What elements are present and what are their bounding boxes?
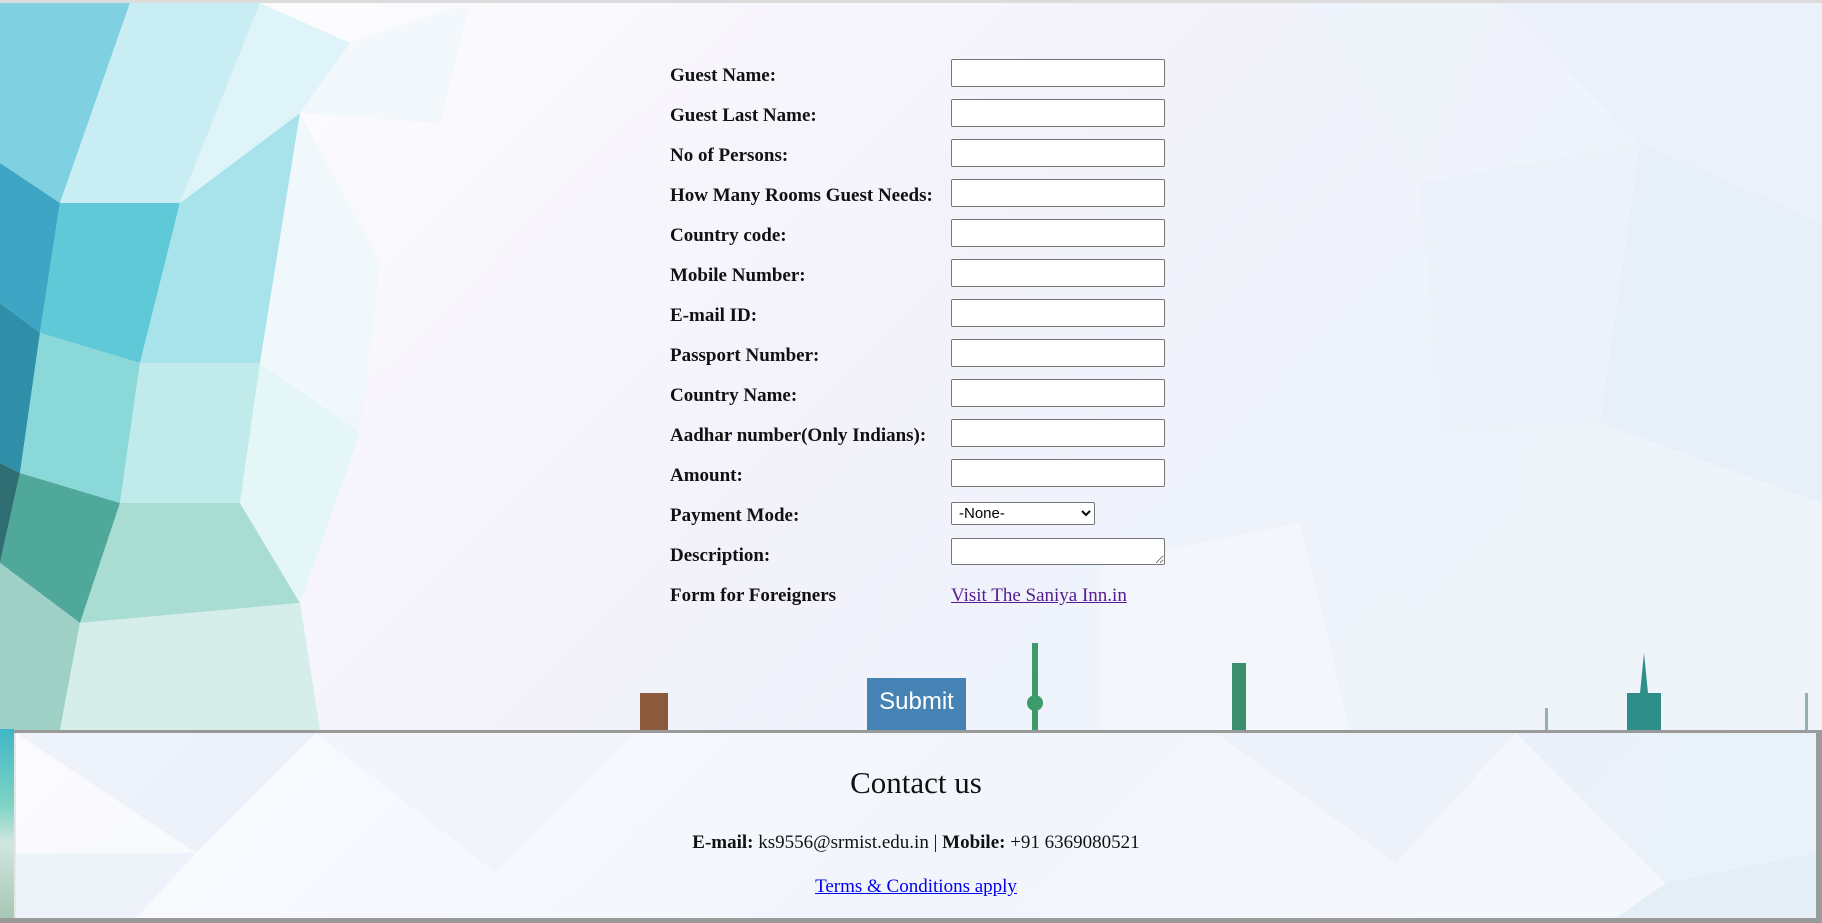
email-value: ks9556@srmist.edu.in (758, 832, 929, 853)
mobile-label: Mobile: (942, 832, 1006, 853)
form-row: Aadhar number(Only Indians): (670, 419, 1230, 459)
field-label: Amount: (670, 465, 743, 486)
field-label: No of Persons: (670, 145, 789, 166)
form-row: E-mail ID: (670, 299, 1230, 339)
field-label: Passport Number: (670, 345, 820, 366)
terms-link[interactable]: Terms & Conditions apply (815, 876, 1017, 897)
form-row: Mobile Number: (670, 259, 1230, 299)
guest-form: Guest Name: Guest Last Name: No of Persons… (670, 59, 1230, 619)
field-label: E-mail ID: (670, 305, 758, 326)
field-input[interactable] (951, 59, 1165, 87)
field-label: Country code: (670, 225, 787, 246)
contact-line: E-mail: ks9556@srmist.edu.in | Mobile: +… (16, 832, 1816, 854)
contact-separator: | (933, 832, 938, 853)
field-input[interactable] (951, 459, 1165, 487)
foreigners-row: Form for Foreigners Visit The Saniya Inn… (670, 579, 1230, 619)
mobile-value: +91 6369080521 (1010, 832, 1140, 853)
form-row: How Many Rooms Guest Needs: (670, 179, 1230, 219)
field-input[interactable] (951, 339, 1165, 367)
form-row: Country Name: (670, 379, 1230, 419)
form-row: Country code: (670, 219, 1230, 259)
form-row: Passport Number: (670, 339, 1230, 379)
contact-title: Contact us (850, 765, 982, 800)
description-label: Description: (670, 545, 771, 566)
field-label: Mobile Number: (670, 265, 806, 286)
field-input[interactable] (951, 379, 1165, 407)
field-label: How Many Rooms Guest Needs: (670, 185, 933, 206)
bottom-bar (0, 918, 1822, 923)
field-input[interactable] (951, 219, 1165, 247)
field-input[interactable] (951, 419, 1165, 447)
payment-mode-row: Payment Mode: -None- (670, 499, 1230, 539)
description-textarea[interactable] (951, 538, 1165, 565)
field-input[interactable] (951, 139, 1165, 167)
field-input[interactable] (951, 99, 1165, 127)
terms-container: Terms & Conditions apply (16, 876, 1816, 898)
field-label: Country Name: (670, 385, 798, 406)
field-label: Guest Name: (670, 65, 777, 86)
form-row: No of Persons: (670, 139, 1230, 179)
payment-mode-label: Payment Mode: (670, 505, 800, 526)
field-label: Guest Last Name: (670, 105, 817, 126)
footer-edge-art (0, 729, 14, 919)
description-row: Description: (670, 538, 1230, 579)
form-row: Guest Name: (670, 59, 1230, 99)
submit-button[interactable]: Submit (867, 678, 966, 730)
form-row: Amount: (670, 459, 1230, 499)
field-input[interactable] (951, 259, 1165, 287)
page-background: Guest Name: Guest Last Name: No of Persons… (0, 3, 1822, 730)
saniya-inn-link[interactable]: Visit The Saniya Inn.in (951, 585, 1127, 607)
payment-mode-select[interactable]: -None- (951, 502, 1095, 525)
field-input[interactable] (951, 179, 1165, 207)
field-label: Aadhar number(Only Indians): (670, 425, 927, 446)
form-row: Guest Last Name: (670, 99, 1230, 139)
footer: Contact us E-mail: ks9556@srmist.edu.in … (14, 733, 1816, 918)
email-label: E-mail: (692, 832, 754, 853)
field-input[interactable] (951, 299, 1165, 327)
foreigners-label: Form for Foreigners (670, 585, 837, 606)
